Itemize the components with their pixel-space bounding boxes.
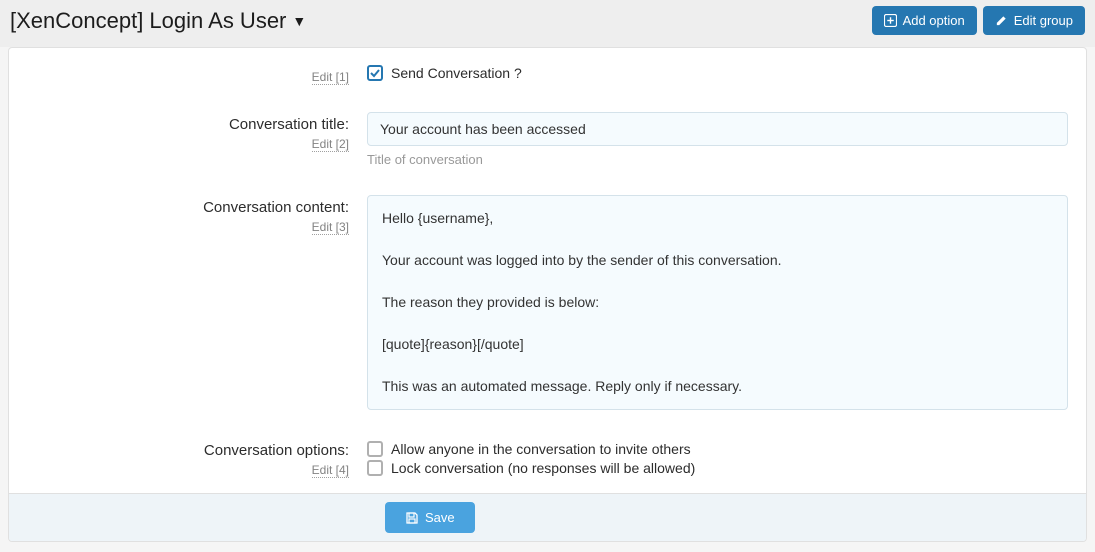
save-button[interactable]: Save — [385, 502, 475, 533]
add-option-label: Add option — [903, 13, 965, 28]
row-send-conversation: Edit [1] Send Conversation ? — [9, 48, 1086, 98]
option-lock-conversation-label: Lock conversation (no responses will be … — [391, 460, 695, 476]
save-icon — [405, 511, 419, 525]
edit-link-1[interactable]: Edit [1] — [312, 70, 349, 85]
conversation-title-label: Conversation title: — [27, 116, 349, 133]
checkbox-unchecked[interactable] — [367, 441, 383, 457]
label-col: Edit [1] — [27, 62, 367, 84]
header-buttons: Add option Edit group — [872, 6, 1085, 35]
conversation-content-textarea[interactable]: Hello {username}, Your account was logge… — [367, 195, 1068, 410]
edit-link-4[interactable]: Edit [4] — [312, 463, 349, 478]
row-conversation-title: Conversation title: Edit [2] Title of co… — [9, 98, 1086, 181]
edit-link-2[interactable]: Edit [2] — [312, 137, 349, 152]
option-allow-invite-label: Allow anyone in the conversation to invi… — [391, 441, 691, 457]
label-col: Conversation options: Edit [4] — [27, 438, 367, 479]
page-title[interactable]: [XenConcept] Login As User ▼ — [10, 8, 306, 34]
caret-down-icon: ▼ — [292, 13, 306, 29]
page-title-text: [XenConcept] Login As User — [10, 8, 286, 34]
plus-square-icon — [884, 14, 897, 27]
checkbox-checked[interactable] — [367, 65, 383, 81]
send-conversation-label: Send Conversation ? — [391, 65, 522, 81]
conversation-title-help: Title of conversation — [367, 152, 1068, 167]
pencil-icon — [995, 14, 1008, 27]
conversation-content-label: Conversation content: — [27, 199, 349, 216]
page-header: [XenConcept] Login As User ▼ Add option … — [0, 0, 1095, 47]
checkbox-unchecked[interactable] — [367, 460, 383, 476]
save-label: Save — [425, 510, 455, 525]
option-lock-conversation[interactable]: Lock conversation (no responses will be … — [367, 460, 1068, 476]
option-allow-invite[interactable]: Allow anyone in the conversation to invi… — [367, 441, 1068, 457]
form-block: Edit [1] Send Conversation ? Conversatio… — [8, 47, 1087, 542]
conversation-title-input[interactable] — [367, 112, 1068, 146]
field-col: Hello {username}, Your account was logge… — [367, 195, 1068, 410]
edit-group-label: Edit group — [1014, 13, 1073, 28]
label-col: Conversation content: Edit [3] — [27, 195, 367, 410]
field-col: Send Conversation ? — [367, 62, 1068, 84]
edit-group-button[interactable]: Edit group — [983, 6, 1085, 35]
label-col: Conversation title: Edit [2] — [27, 112, 367, 167]
send-conversation-checkbox-row[interactable]: Send Conversation ? — [367, 65, 1068, 81]
row-conversation-options: Conversation options: Edit [4] Allow any… — [9, 424, 1086, 493]
add-option-button[interactable]: Add option — [872, 6, 977, 35]
form-footer: Save — [9, 493, 1086, 541]
field-col: Title of conversation — [367, 112, 1068, 167]
row-conversation-content: Conversation content: Edit [3] Hello {us… — [9, 181, 1086, 424]
conversation-options-label: Conversation options: — [27, 442, 349, 459]
field-col: Allow anyone in the conversation to invi… — [367, 438, 1068, 479]
check-icon — [369, 67, 381, 79]
edit-link-3[interactable]: Edit [3] — [312, 220, 349, 235]
